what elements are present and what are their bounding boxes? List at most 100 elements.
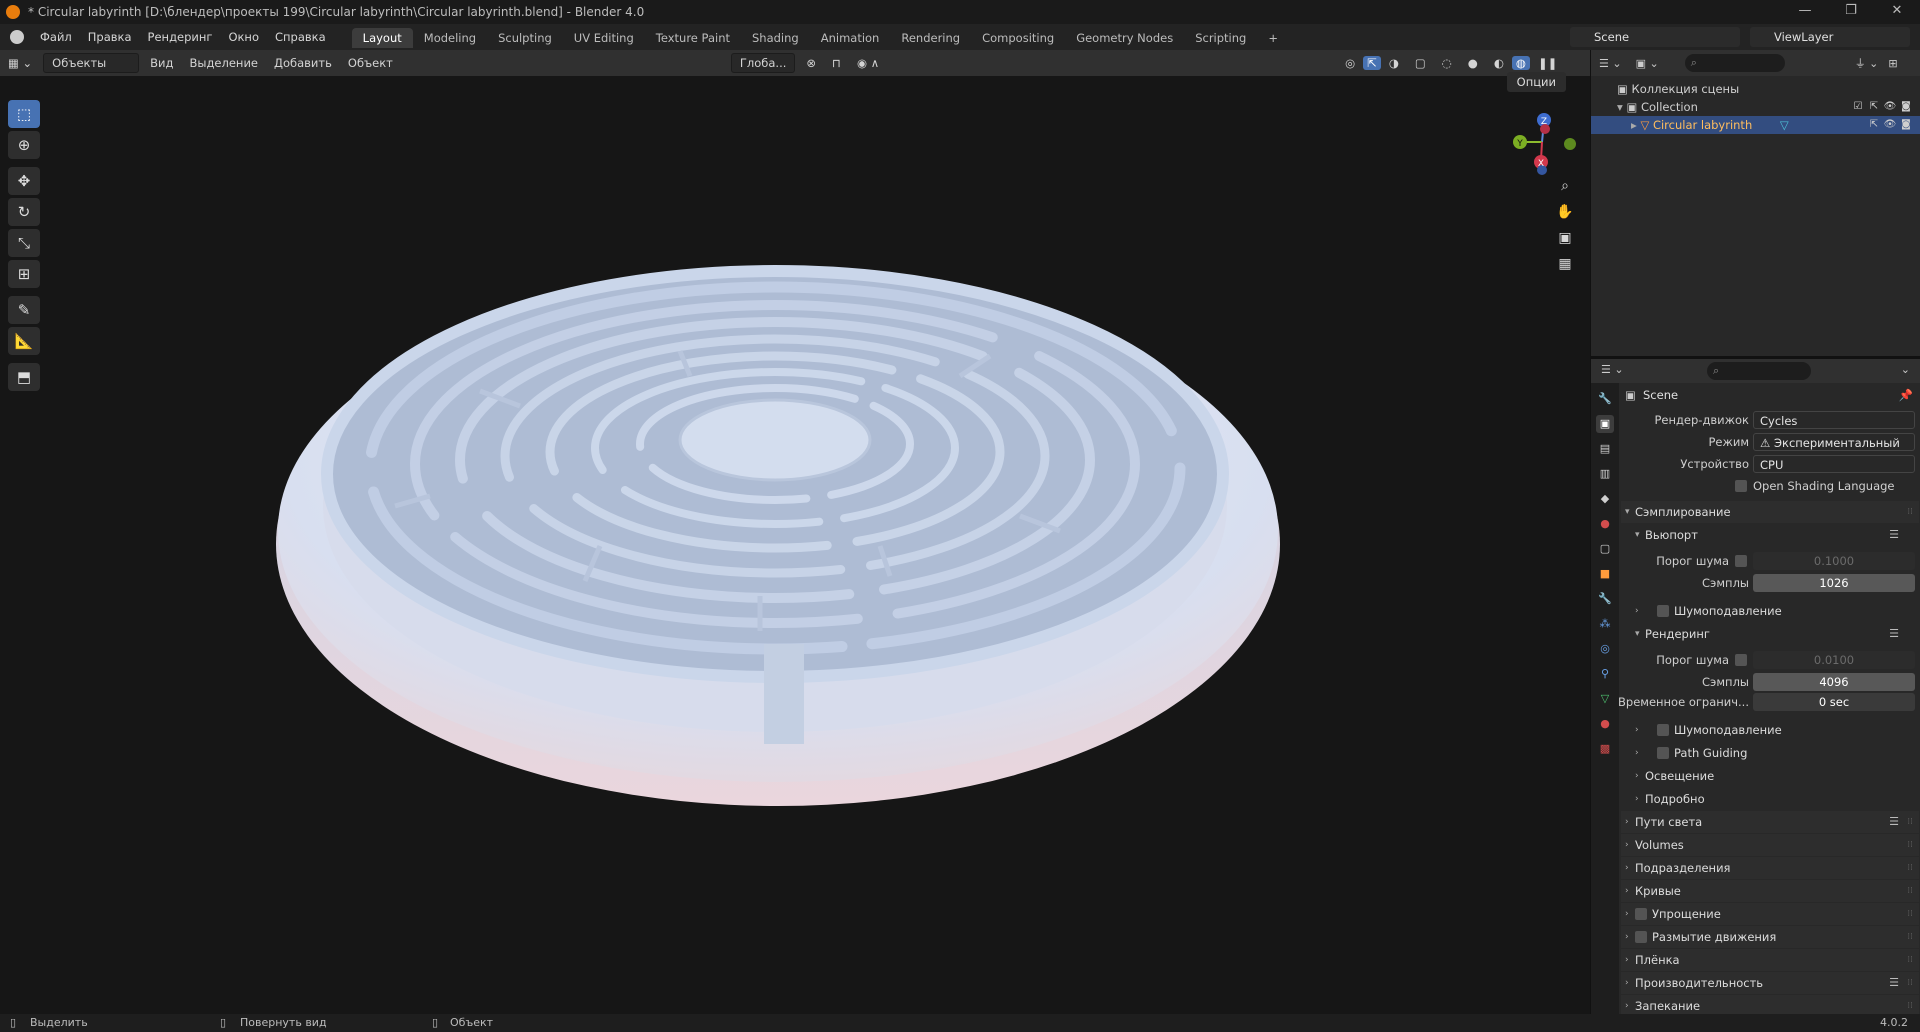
minimize-button[interactable]: — (1782, 0, 1828, 24)
simplify-panel-header[interactable]: › Упрощение ⁞⁞ (1621, 903, 1919, 925)
menu-add[interactable]: Добавить (266, 56, 340, 70)
device-dropdown[interactable]: CPU (1753, 455, 1915, 473)
navigation-gizmo[interactable]: Z Y X (1504, 102, 1584, 182)
tab-modeling[interactable]: Modeling (413, 28, 487, 48)
wireframe-shading-icon[interactable]: ◌ (1434, 56, 1460, 70)
editor-type-icon[interactable]: ▦ ⌄ (0, 56, 40, 70)
menu-window[interactable]: Окно (220, 24, 267, 50)
drag-grip-icon[interactable]: ⁞⁞ (1907, 903, 1913, 925)
adaptive-sampling-checkbox[interactable] (1735, 555, 1747, 567)
curves-panel-header[interactable]: › Кривые ⁞⁞ (1621, 880, 1919, 902)
outliner-editor-type-icon[interactable]: ☰ ⌄ (1599, 57, 1622, 70)
presets-list-icon[interactable]: ☰ (1889, 623, 1899, 645)
pause-render-icon[interactable]: ❚❚ (1530, 56, 1565, 70)
drag-grip-icon[interactable]: ⁞⁞ (1907, 880, 1913, 902)
gizmo-neg-y[interactable] (1564, 138, 1576, 150)
include-checkbox-icon[interactable]: ☑ (1850, 98, 1866, 116)
zoom-icon[interactable]: ⌕ (1552, 174, 1578, 198)
mesh-data-icon[interactable]: ▽ (1780, 118, 1789, 132)
menu-edit[interactable]: Правка (80, 24, 140, 50)
render-tab-icon[interactable]: ▣ (1596, 415, 1614, 433)
view-layer-tab-icon[interactable]: ▥ (1596, 465, 1614, 483)
outliner-search-input[interactable]: ⌕ (1684, 54, 1785, 72)
eye-icon[interactable]: 👁 (1882, 116, 1898, 134)
close-button[interactable]: ✕ (1874, 0, 1920, 24)
pan-hand-icon[interactable]: ✋ (1552, 200, 1578, 224)
drag-grip-icon[interactable]: ⁞⁞ (1907, 972, 1913, 994)
render-samples-field[interactable]: 4096 (1753, 673, 1915, 691)
menu-file[interactable]: Файл (32, 24, 80, 50)
render-camera-icon[interactable]: ◙ (1898, 98, 1914, 116)
properties-options-icon[interactable]: ⌄ (1901, 363, 1910, 376)
menu-view[interactable]: Вид (142, 56, 181, 70)
osl-checkbox[interactable] (1735, 480, 1747, 492)
drag-grip-icon[interactable]: ⁞⁞ (1907, 834, 1913, 856)
subdivision-panel-header[interactable]: › Подразделения ⁞⁞ (1621, 857, 1919, 879)
proportional-edit-icon[interactable]: ◉ ∧ (849, 56, 887, 70)
material-tab-icon[interactable]: ● (1596, 715, 1614, 733)
view-layer-selector[interactable]: ViewLayer (1750, 27, 1910, 47)
camera-view-icon[interactable]: ▣ (1552, 226, 1578, 250)
object-tab-icon[interactable]: ■ (1596, 565, 1614, 583)
solid-shading-icon[interactable]: ● (1460, 56, 1486, 70)
advanced-subpanel[interactable]: › Подробно (1621, 788, 1919, 810)
material-shading-icon[interactable]: ◐ (1486, 56, 1512, 70)
film-panel-header[interactable]: › Плёнка ⁞⁞ (1621, 949, 1919, 971)
new-collection-icon[interactable]: ⊞ (1888, 57, 1897, 70)
time-limit-field[interactable]: 0 sec (1753, 693, 1915, 711)
viewport-options-button[interactable]: Опции (1506, 72, 1566, 92)
xray-icon[interactable]: ▢ (1407, 56, 1434, 70)
transform-orientation-dropdown[interactable]: Глоба... (730, 53, 796, 73)
filter-icon[interactable]: ⏚ ⌄ (1855, 55, 1879, 71)
presets-list-icon[interactable]: ☰ (1889, 811, 1899, 833)
volumes-panel-header[interactable]: › Volumes ⁞⁞ (1621, 834, 1919, 856)
tab-animation[interactable]: Animation (810, 28, 891, 48)
tab-shading[interactable]: Shading (741, 28, 810, 48)
lights-subpanel[interactable]: › Освещение (1621, 765, 1919, 787)
motion-blur-panel-header[interactable]: › Размытие движения ⁞⁞ (1621, 926, 1919, 948)
render-camera-icon[interactable]: ◙ (1898, 116, 1914, 134)
outliner-scene-collection[interactable]: ▣ Коллекция сцены (1591, 80, 1920, 98)
pin-icon[interactable]: 📌 (1899, 388, 1913, 402)
viewport-denoise-subpanel[interactable]: › Шумоподавление (1621, 600, 1919, 622)
presets-list-icon[interactable]: ☰ (1889, 972, 1899, 994)
viewport-samples-field[interactable]: 1026 (1753, 574, 1915, 592)
visibility-icon[interactable]: ◎ (1337, 56, 1363, 70)
path-guiding-checkbox[interactable] (1657, 747, 1669, 759)
performance-panel-header[interactable]: › Производительность ☰ ⁞⁞ (1621, 972, 1919, 994)
mode-dropdown[interactable]: Объекты (43, 53, 140, 73)
add-workspace-button[interactable]: + (1257, 28, 1289, 48)
transform-tool[interactable]: ⊞ (8, 260, 40, 288)
rotate-tool[interactable]: ↻ (8, 198, 40, 226)
feature-set-dropdown[interactable]: ⚠ Экспериментальный (1753, 433, 1915, 451)
tab-scripting[interactable]: Scripting (1184, 28, 1257, 48)
add-cube-tool[interactable]: ⬒ (8, 363, 40, 391)
tab-layout[interactable]: Layout (351, 28, 413, 48)
tab-geometry-nodes[interactable]: Geometry Nodes (1065, 28, 1184, 48)
render-noise-threshold-field[interactable]: 0.0100 (1753, 651, 1915, 669)
gizmo-toggle-icon[interactable]: ⇱ (1363, 56, 1381, 70)
modifier-tab-icon[interactable]: 🔧 (1596, 590, 1614, 608)
properties-editor-type-icon[interactable]: ☰ ⌄ (1601, 363, 1624, 376)
tool-tab-icon[interactable]: 🔧 (1596, 390, 1614, 408)
render-denoise-checkbox[interactable] (1657, 724, 1669, 736)
overlay-toggle-icon[interactable]: ◑ (1381, 56, 1407, 70)
outliner-object-circular-labyrinth[interactable]: ▸ ▽ Circular labyrinth ▽ ⇱ 👁 ◙ (1591, 116, 1920, 134)
outliner-collection[interactable]: ▾ ▣ Collection ☑ ⇱ 👁 ◙ (1591, 98, 1920, 116)
tab-compositing[interactable]: Compositing (971, 28, 1065, 48)
data-tab-icon[interactable]: ▽ (1596, 690, 1614, 708)
scene-tab-icon[interactable]: ◆ (1596, 490, 1614, 508)
tab-sculpting[interactable]: Sculpting (487, 28, 563, 48)
render-subpanel-header[interactable]: ▾ Рендеринг ☰ (1621, 623, 1919, 645)
particles-tab-icon[interactable]: ⁂ (1596, 615, 1614, 633)
viewport-subpanel-header[interactable]: ▾ Вьюпорт ☰ (1621, 524, 1919, 546)
select-box-tool[interactable]: ⬚ (8, 100, 40, 128)
move-tool[interactable]: ✥ (8, 167, 40, 195)
drag-grip-icon[interactable]: ⁞⁞ (1907, 949, 1913, 971)
viewport-noise-threshold-field[interactable]: 0.1000 (1753, 552, 1915, 570)
menu-render[interactable]: Рендеринг (140, 24, 221, 50)
render-engine-dropdown[interactable]: Cycles (1753, 411, 1915, 429)
world-tab-icon[interactable]: ● (1596, 515, 1614, 533)
adaptive-sampling-checkbox[interactable] (1735, 654, 1747, 666)
blender-menu-icon[interactable] (10, 30, 24, 44)
